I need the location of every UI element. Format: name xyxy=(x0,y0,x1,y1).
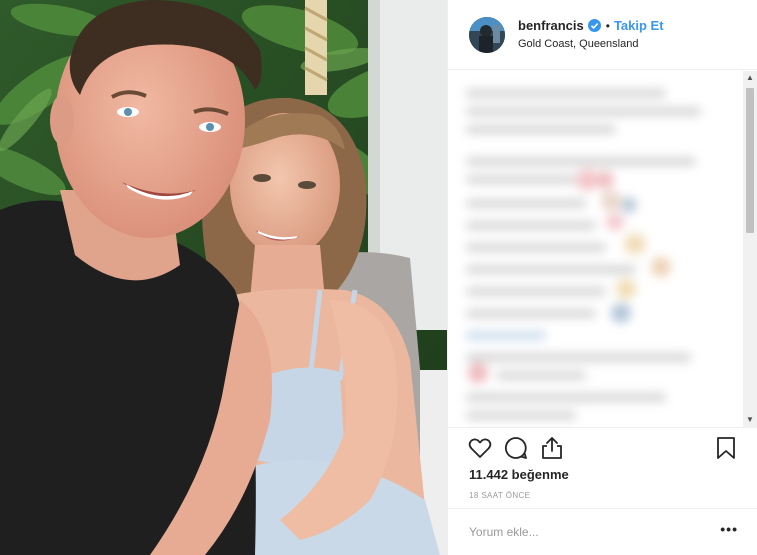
follow-button[interactable]: Takip Et xyxy=(614,19,664,32)
instagram-post: benfrancis • Takip Et Gold Coast, Queens… xyxy=(0,0,757,555)
likes-count[interactable]: 11.442 beğenme xyxy=(469,467,569,482)
selfie-image xyxy=(0,0,447,555)
location-link[interactable]: Gold Coast, Queensland xyxy=(518,39,664,50)
blurred-comments xyxy=(466,79,726,424)
scroll-up-arrow-icon[interactable]: ▲ xyxy=(743,71,757,85)
post-actions: 11.442 beğenme 18 SAAT ÖNCE xyxy=(448,427,757,500)
heart-icon[interactable] xyxy=(467,435,493,461)
bookmark-icon[interactable] xyxy=(713,435,739,461)
post-timestamp: 18 SAAT ÖNCE xyxy=(469,491,531,500)
post-photo[interactable] xyxy=(0,0,447,555)
verified-badge-icon xyxy=(587,19,601,32)
avatar[interactable] xyxy=(469,16,505,53)
more-options-icon[interactable]: ••• xyxy=(720,521,738,537)
comments-list[interactable] xyxy=(448,71,757,427)
add-comment-bar: ••• xyxy=(448,508,757,555)
comments-scrollbar[interactable]: ▲ ▼ xyxy=(743,71,757,427)
username-link[interactable]: benfrancis xyxy=(518,19,584,32)
post-header: benfrancis • Takip Et Gold Coast, Queens… xyxy=(448,0,757,70)
scroll-down-arrow-icon[interactable]: ▼ xyxy=(743,413,757,427)
post-sidebar: benfrancis • Takip Et Gold Coast, Queens… xyxy=(447,0,757,555)
share-icon[interactable] xyxy=(539,435,565,461)
comment-input[interactable] xyxy=(469,523,699,541)
separator-dot: • xyxy=(605,18,610,33)
scrollbar-thumb[interactable] xyxy=(746,88,754,233)
speech-bubble-icon[interactable] xyxy=(503,435,529,461)
